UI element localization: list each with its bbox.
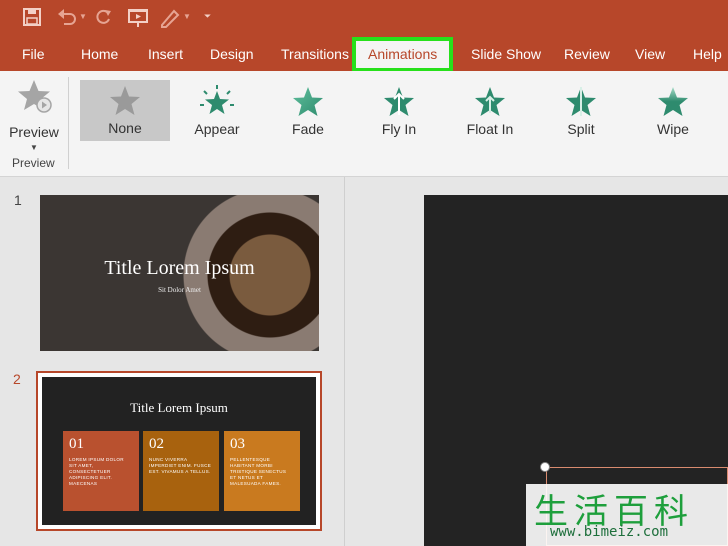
preview-label: Preview (9, 124, 59, 140)
draw-dropdown-icon[interactable]: ▼ (183, 12, 191, 21)
preview-star-icon (14, 80, 54, 121)
animation-appear[interactable]: Appear (172, 81, 262, 141)
undo-icon[interactable] (56, 8, 78, 31)
animation-none[interactable]: None (80, 80, 170, 141)
tab-view[interactable]: View (635, 46, 665, 62)
box-1-text: LOREM IPSUM DOLOR SIT AMET, CONSECTETUER… (69, 457, 124, 486)
tab-design[interactable]: Design (210, 46, 254, 62)
tab-review[interactable]: Review (564, 46, 610, 62)
watermark: 生活百科 www.bimeiz.com (526, 484, 728, 546)
animation-float-in-label: Float In (466, 121, 514, 137)
animation-wipe[interactable]: Wipe (628, 81, 718, 141)
animations-ribbon: Preview ▼ Preview None Appear Fade Fly I… (0, 71, 728, 177)
animation-fly-in[interactable]: Fly In (354, 81, 444, 141)
preview-dropdown-icon[interactable]: ▼ (6, 143, 62, 152)
animation-appear-label: Appear (194, 121, 240, 137)
tab-animations[interactable]: Animations (351, 37, 454, 72)
tab-transitions[interactable]: Transitions (281, 46, 349, 62)
slide-number-1: 1 (14, 192, 22, 208)
preview-button[interactable]: Preview ▼ (6, 77, 62, 157)
slide-2-box-2: 02 NUNC VIVERRA IMPERDIET ENIM. FUSCE ES… (143, 431, 219, 511)
animation-none-label: None (108, 120, 142, 136)
ribbon-divider (68, 77, 69, 169)
slide-thumbnail-2[interactable]: Title Lorem Ipsum 01 LOREM IPSUM DOLOR S… (36, 371, 322, 531)
save-icon[interactable] (22, 7, 42, 32)
animation-fly-in-label: Fly In (381, 121, 417, 137)
preview-group-label: Preview (12, 156, 55, 170)
touch-draw-icon[interactable] (159, 8, 181, 33)
slide-thumbnail-1[interactable]: Title Lorem Ipsum Sit Dolor Amet (40, 195, 319, 351)
title-bar: ▼ ▼ ⏷ (0, 0, 728, 37)
tab-slide-show[interactable]: Slide Show (471, 46, 541, 62)
animation-fade[interactable]: Fade (263, 81, 353, 141)
animation-fade-label: Fade (292, 121, 324, 137)
undo-dropdown-icon[interactable]: ▼ (79, 12, 87, 21)
slide-number-2: 2 (13, 371, 21, 387)
box-3-text: PELLENTESQUE HABITANT MORBI TRISTIQUE SE… (230, 457, 287, 486)
slide-2-box-3: 03 PELLENTESQUE HABITANT MORBI TRISTIQUE… (224, 431, 300, 511)
box-3-number: 03 (230, 436, 245, 452)
customize-toolbar-icon[interactable]: ⏷ (204, 11, 211, 22)
slide-2-box-1: 01 LOREM IPSUM DOLOR SIT AMET, CONSECTET… (63, 431, 139, 511)
present-from-start-icon[interactable] (127, 8, 149, 33)
slide-2-content: Title Lorem Ipsum 01 LOREM IPSUM DOLOR S… (42, 377, 316, 525)
tab-help[interactable]: Help (693, 46, 722, 62)
tab-home[interactable]: Home (81, 46, 118, 62)
resize-handle[interactable] (540, 462, 550, 472)
box-2-text: NUNC VIVERRA IMPERDIET ENIM. FUSCE EST. … (149, 457, 212, 474)
animation-split-label: Split (567, 121, 595, 137)
animation-split[interactable]: Split (536, 81, 626, 141)
box-2-number: 02 (149, 436, 164, 452)
tab-insert[interactable]: Insert (148, 46, 183, 62)
animation-wipe-label: Wipe (657, 121, 689, 137)
ribbon-tabs: File Home Insert Design Transitions Anim… (0, 37, 728, 72)
slide-1-subtitle: Sit Dolor Amet (158, 286, 201, 294)
box-1-number: 01 (69, 436, 84, 452)
slide-1-title: Title Lorem Ipsum (104, 257, 255, 279)
redo-icon[interactable] (94, 8, 112, 31)
tab-file[interactable]: File (22, 46, 45, 62)
slide-2-title: Title Lorem Ipsum (130, 400, 228, 415)
watermark-url: www.bimeiz.com (550, 524, 669, 540)
animation-float-in[interactable]: Float In (445, 81, 535, 141)
